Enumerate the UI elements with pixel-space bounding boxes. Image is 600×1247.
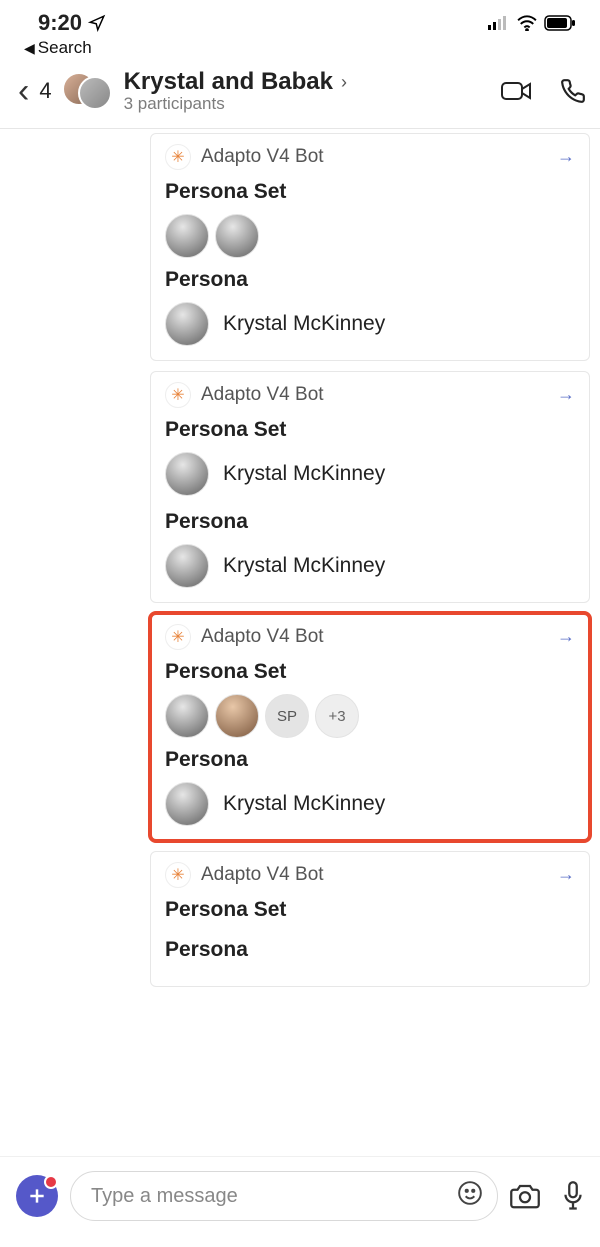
bot-card-highlighted[interactable]: → Adapto V4 Bot Persona Set SP +3 Person… [150,613,590,841]
back-button[interactable]: ‹ [14,72,33,111]
persona-heading: Persona [165,938,575,962]
persona-row: Krystal McKinney [165,782,575,826]
persona-name: Krystal McKinney [223,554,385,578]
location-icon [88,14,106,32]
bot-name: Adapto V4 Bot [201,626,324,648]
add-attachment-button[interactable] [16,1175,58,1217]
message-input[interactable]: Type a message [70,1171,498,1221]
avatar [165,544,209,588]
chat-title-block[interactable]: Krystal and Babak › 3 participants [124,68,494,114]
avatar-initials: SP [265,694,309,738]
open-card-icon[interactable]: → [557,384,575,405]
audio-call-button[interactable] [560,78,586,104]
avatar [165,302,209,346]
compose-bar: Type a message [0,1156,600,1247]
persona-set-row: Krystal McKinney [165,452,575,496]
group-avatar[interactable] [62,66,112,116]
persona-heading: Persona [165,268,575,292]
bot-avatar-icon [165,382,191,408]
wifi-icon [516,15,538,31]
bot-card[interactable]: → Adapto V4 Bot Persona Set Persona Krys… [150,133,590,361]
bot-avatar-icon [165,862,191,888]
persona-name: Krystal McKinney [223,312,385,336]
persona-row: Krystal McKinney [165,302,575,346]
bot-avatar-icon [165,624,191,650]
bot-card[interactable]: → Adapto V4 Bot Persona Set Persona [150,851,590,987]
clock-text: 9:20 [38,10,82,36]
bot-name: Adapto V4 Bot [201,384,324,406]
plus-icon [27,1186,47,1206]
persona-row: Krystal McKinney [165,544,575,588]
back-arrow-icon: ◀ [24,40,35,57]
persona-set-avatars [165,214,575,258]
open-card-icon[interactable]: → [557,146,575,167]
bot-name: Adapto V4 Bot [201,146,324,168]
bot-name: Adapto V4 Bot [201,864,324,886]
status-bar: 9:20 [0,0,600,38]
persona-heading: Persona [165,510,575,534]
video-call-button[interactable] [500,79,534,103]
avatar [165,694,209,738]
persona-set-heading: Persona Set [165,180,575,204]
microphone-button[interactable] [562,1181,584,1211]
persona-set-heading: Persona Set [165,898,575,922]
battery-icon [544,15,576,31]
cell-signal-icon [488,16,510,30]
avatar [215,694,259,738]
persona-set-name: Krystal McKinney [223,462,385,486]
persona-heading: Persona [165,748,575,772]
persona-set-facepile: SP +3 [165,694,575,738]
chevron-right-icon: › [341,72,347,93]
camera-button[interactable] [510,1183,540,1209]
emoji-button[interactable] [457,1180,483,1212]
chat-subtitle: 3 participants [124,94,494,114]
persona-set-heading: Persona Set [165,660,575,684]
back-label: Search [38,38,92,58]
avatar [215,214,259,258]
open-card-icon[interactable]: → [557,864,575,885]
chat-title: Krystal and Babak [124,68,333,96]
persona-name: Krystal McKinney [223,792,385,816]
status-time: 9:20 [38,10,106,36]
message-placeholder: Type a message [91,1185,238,1208]
smiley-icon [457,1180,483,1206]
open-card-icon[interactable]: → [557,626,575,647]
status-icons [488,15,576,31]
avatar [165,452,209,496]
avatar [165,214,209,258]
avatar [78,76,112,110]
back-to-search[interactable]: ◀ Search [0,38,600,60]
bot-avatar-icon [165,144,191,170]
bot-card[interactable]: → Adapto V4 Bot Persona Set Krystal McKi… [150,371,590,603]
avatar [165,782,209,826]
avatar-overflow[interactable]: +3 [315,694,359,738]
chat-header: ‹ 4 Krystal and Babak › 3 participants [0,60,600,129]
persona-set-heading: Persona Set [165,418,575,442]
unread-count: 4 [39,78,51,104]
message-list[interactable]: → Adapto V4 Bot Persona Set Persona Krys… [0,129,600,987]
